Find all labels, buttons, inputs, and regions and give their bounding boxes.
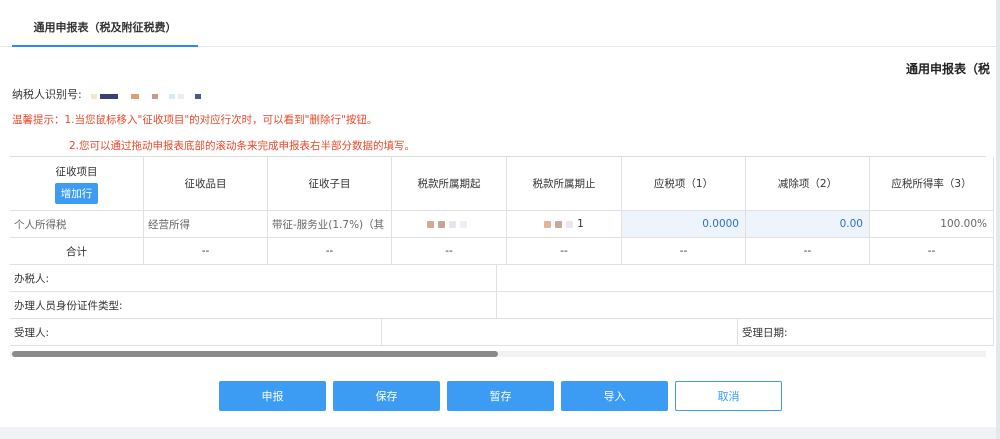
total-taxable-income-rate: --: [870, 238, 994, 265]
total-label: 合计: [10, 238, 144, 265]
temp-save-button[interactable]: 暂存: [447, 381, 554, 411]
row1-period-end[interactable]: 1: [507, 211, 622, 238]
add-row-button[interactable]: 增加行: [54, 182, 99, 204]
page-edge-scrollbar: [996, 0, 1000, 439]
save-button[interactable]: 保存: [333, 381, 440, 411]
total-tax-subitem: --: [268, 238, 392, 265]
row1-taxable-income-rate: 100.00%: [870, 211, 994, 238]
import-button[interactable]: 导入: [561, 381, 668, 411]
row1-taxable-amount[interactable]: 0.0000: [622, 211, 746, 238]
row1-deduction[interactable]: 0.00: [746, 211, 870, 238]
agent-id-type-value[interactable]: [497, 292, 994, 319]
total-period-end: --: [507, 238, 622, 265]
header-tax-project: 征收项目 增加行: [10, 157, 144, 211]
taxpayer-id-row: 纳税人识别号:: [12, 86, 204, 102]
header-period-end: 税款所属期止: [507, 157, 622, 211]
agent-id-type-label: 办理人员身份证件类型:: [10, 292, 497, 319]
hint-line-1: 温馨提示：1.当您鼠标移入"征收项目"的对应行次时，可以看到"删除行"按钮。: [12, 114, 378, 126]
header-tax-subitem: 征收子目: [268, 157, 392, 211]
taxpayer-id-redacted: [91, 89, 204, 102]
page-bottom-background: [0, 427, 996, 439]
row1-tax-project: 个人所得税: [10, 211, 144, 238]
total-period-start: --: [392, 238, 507, 265]
main-panel: 通用申报表（税及附征税费） 通用申报表（税 纳税人识别号: 温馨提示：1.当您鼠…: [0, 0, 996, 427]
taxpayer-id-label: 纳税人识别号:: [12, 88, 82, 101]
header-deduction: 减除项（2）: [746, 157, 870, 211]
action-buttons: 申报 保存 暂存 导入 取消: [0, 381, 996, 411]
total-taxable-amount: --: [622, 238, 746, 265]
agent-value[interactable]: [497, 265, 994, 292]
header-tax-item: 征收品目: [144, 157, 268, 211]
header-taxable-amount: 应税项（1）: [622, 157, 746, 211]
tab-bar: 通用申报表（税及附征税费）: [0, 0, 996, 47]
receive-date-label: 受理日期:: [738, 319, 994, 346]
hint-line-2: 2.您可以通过拖动申报表底部的滚动条来完成申报表右半部分数据的填写。: [69, 140, 416, 152]
row1-period-end-tail: 1: [577, 218, 584, 230]
header-taxable-income-rate: 应税所得率（3）: [870, 157, 994, 211]
row1-tax-item[interactable]: 经营所得: [144, 211, 268, 238]
cancel-button[interactable]: 取消: [675, 381, 782, 411]
receiver-label: 受理人:: [10, 319, 382, 346]
row1-period-start[interactable]: [392, 211, 507, 238]
horizontal-scrollbar[interactable]: [10, 351, 986, 357]
declare-button[interactable]: 申报: [219, 381, 326, 411]
total-deduction: --: [746, 238, 870, 265]
receiver-value: [382, 319, 738, 346]
header-period-start: 税款所属期起: [392, 157, 507, 211]
form-title: 通用申报表（税: [906, 62, 991, 76]
row1-tax-subitem[interactable]: 带征-服务业(1.7%)（其: [268, 211, 392, 238]
agent-label: 办税人:: [10, 265, 497, 292]
header-tax-project-label: 征收项目: [55, 165, 98, 178]
tab-general-declaration[interactable]: 通用申报表（税及附征税费）: [12, 19, 198, 47]
horizontal-scrollbar-thumb[interactable]: [12, 351, 498, 357]
declaration-table: 征收项目 增加行 征收品目 征收子目 税款所属期起 税款所属期止 应税项（1） …: [10, 156, 994, 348]
total-tax-item: --: [144, 238, 268, 265]
